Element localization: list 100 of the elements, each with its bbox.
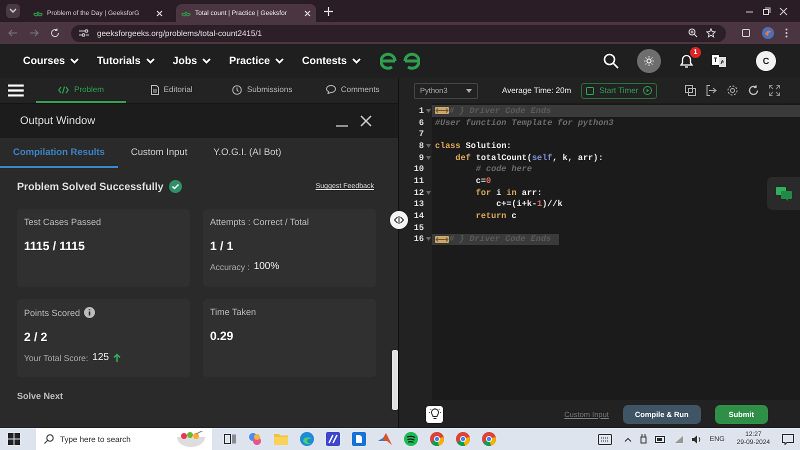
clock-icon [232, 84, 242, 94]
up-arrow-icon [112, 353, 121, 362]
food-bowl-icon [176, 431, 206, 447]
volume-icon[interactable] [692, 434, 702, 444]
section-heading: Solve Next [16, 390, 64, 403]
chrome-icon[interactable] [456, 432, 470, 446]
copilot-icon[interactable] [248, 432, 262, 446]
tab-list-button[interactable] [6, 4, 20, 18]
notifications-icon[interactable] [782, 434, 794, 444]
taskbar-search-field[interactable]: Type here to search [36, 428, 212, 450]
profile-icon[interactable] [762, 27, 774, 39]
chevron-up-icon[interactable] [624, 436, 632, 442]
chat-icon [326, 85, 336, 94]
sun-icon [644, 56, 654, 66]
fold-arrow-icon[interactable] [426, 144, 431, 148]
code-icon [58, 86, 70, 94]
output-tab[interactable]: Compilation Results [0, 138, 118, 168]
fullscreen-icon[interactable] [769, 85, 780, 96]
fold-arrow-icon[interactable] [426, 190, 431, 195]
reload-icon[interactable] [50, 28, 60, 38]
forward-icon[interactable] [29, 28, 39, 38]
settings-icon[interactable] [727, 85, 738, 96]
close-icon[interactable] [779, 6, 788, 16]
windows-start-icon[interactable] [8, 433, 20, 445]
close-icon[interactable] [156, 10, 163, 16]
card-label: Attempts : Correct / Total [210, 217, 309, 227]
close-icon[interactable] [360, 115, 372, 127]
nav-menu-item[interactable]: Practice [229, 55, 284, 67]
star-icon[interactable] [706, 28, 716, 38]
import-icon[interactable] [706, 85, 717, 96]
code-line: class Solution: [435, 140, 512, 151]
new-tab-icon[interactable] [324, 6, 333, 16]
square-icon [586, 86, 594, 94]
back-icon[interactable] [8, 28, 18, 38]
search-icon[interactable] [603, 53, 619, 69]
card-value: 1115 / 1115 [24, 239, 86, 253]
fold-arrow-icon[interactable] [426, 156, 431, 160]
nav-menu-item[interactable]: Contests [302, 55, 361, 67]
lightbulb-icon [428, 408, 440, 420]
problem-tab[interactable]: Editorial [126, 78, 217, 103]
address-field[interactable]: geeksforgeeks.org/problems/total-count2415/1 [71, 24, 726, 42]
reset-icon[interactable] [748, 85, 759, 96]
site-settings-icon[interactable] [79, 29, 89, 37]
detail-value: 125 [92, 352, 109, 363]
card-value: 1 / 1 [210, 239, 234, 253]
fold-arrow-icon[interactable] [426, 237, 431, 242]
zoom-icon[interactable] [688, 28, 698, 38]
spotify-icon[interactable] [404, 432, 418, 446]
status-message: Problem Solved Successfully [17, 180, 164, 192]
chrome-icon[interactable] [430, 432, 444, 446]
chrome-icon[interactable] [482, 432, 496, 446]
copy-icon[interactable] [685, 85, 696, 96]
code-line: return c [474, 211, 517, 222]
theme-toggle-button[interactable] [637, 49, 661, 73]
task-view-icon[interactable] [224, 433, 236, 445]
nav-menu-item[interactable]: Courses [23, 55, 80, 67]
output-tab[interactable]: Y.O.G.I. (AI Bot) [200, 138, 294, 168]
fold-marker-icon[interactable] [435, 107, 449, 114]
problem-tab[interactable]: Comments [307, 78, 398, 103]
bell-icon[interactable] [679, 53, 694, 69]
fold-marker-icon[interactable] [435, 236, 449, 243]
code-line: # code here [474, 164, 532, 174]
more-icon[interactable] [785, 28, 788, 38]
close-icon[interactable] [304, 10, 311, 16]
usb-icon[interactable] [640, 434, 647, 444]
lightbulb-button[interactable] [426, 406, 443, 422]
chevron-down-icon [274, 58, 284, 64]
fold-arrow-icon[interactable] [426, 108, 431, 113]
line-number: 8 [418, 140, 424, 151]
start-timer-button[interactable]: Start Timer [581, 82, 658, 98]
problem-tab[interactable]: Submissions [216, 78, 308, 103]
keyboard-icon[interactable] [598, 434, 612, 444]
edge-browser-icon[interactable] [300, 432, 314, 446]
card-label: Points Scored [24, 308, 80, 318]
line-number: 15 [414, 222, 424, 233]
search-icon [44, 434, 54, 444]
app-tile-icon[interactable] [352, 432, 366, 446]
chat-button[interactable] [767, 177, 800, 210]
card-value: 0.29 [210, 329, 234, 343]
translate-icon[interactable] [712, 54, 726, 68]
code-line: for i in arr: [474, 188, 542, 198]
menu-icon[interactable] [8, 84, 24, 97]
nav-menu-item[interactable]: Jobs [172, 55, 212, 67]
split-arrows-icon [394, 216, 404, 224]
line-number: 16 [414, 234, 424, 244]
info-icon[interactable] [84, 307, 96, 318]
extensions-icon[interactable] [741, 28, 751, 38]
chevron-down-icon [70, 58, 80, 64]
output-tab[interactable]: Custom Input [118, 138, 200, 168]
line-number: 9 [418, 152, 424, 163]
code-line: c=0 [474, 176, 492, 186]
restore-icon[interactable] [762, 6, 771, 16]
caret-icon [466, 88, 472, 92]
chevron-down-icon [352, 58, 361, 64]
matlab-icon[interactable] [378, 432, 392, 446]
chevron-down-icon [146, 58, 155, 64]
battery-icon[interactable] [654, 436, 666, 442]
nav-menu-item[interactable]: Tutorials [97, 55, 155, 67]
avatar[interactable]: C [756, 51, 776, 71]
app-tile-icon[interactable] [326, 432, 340, 446]
